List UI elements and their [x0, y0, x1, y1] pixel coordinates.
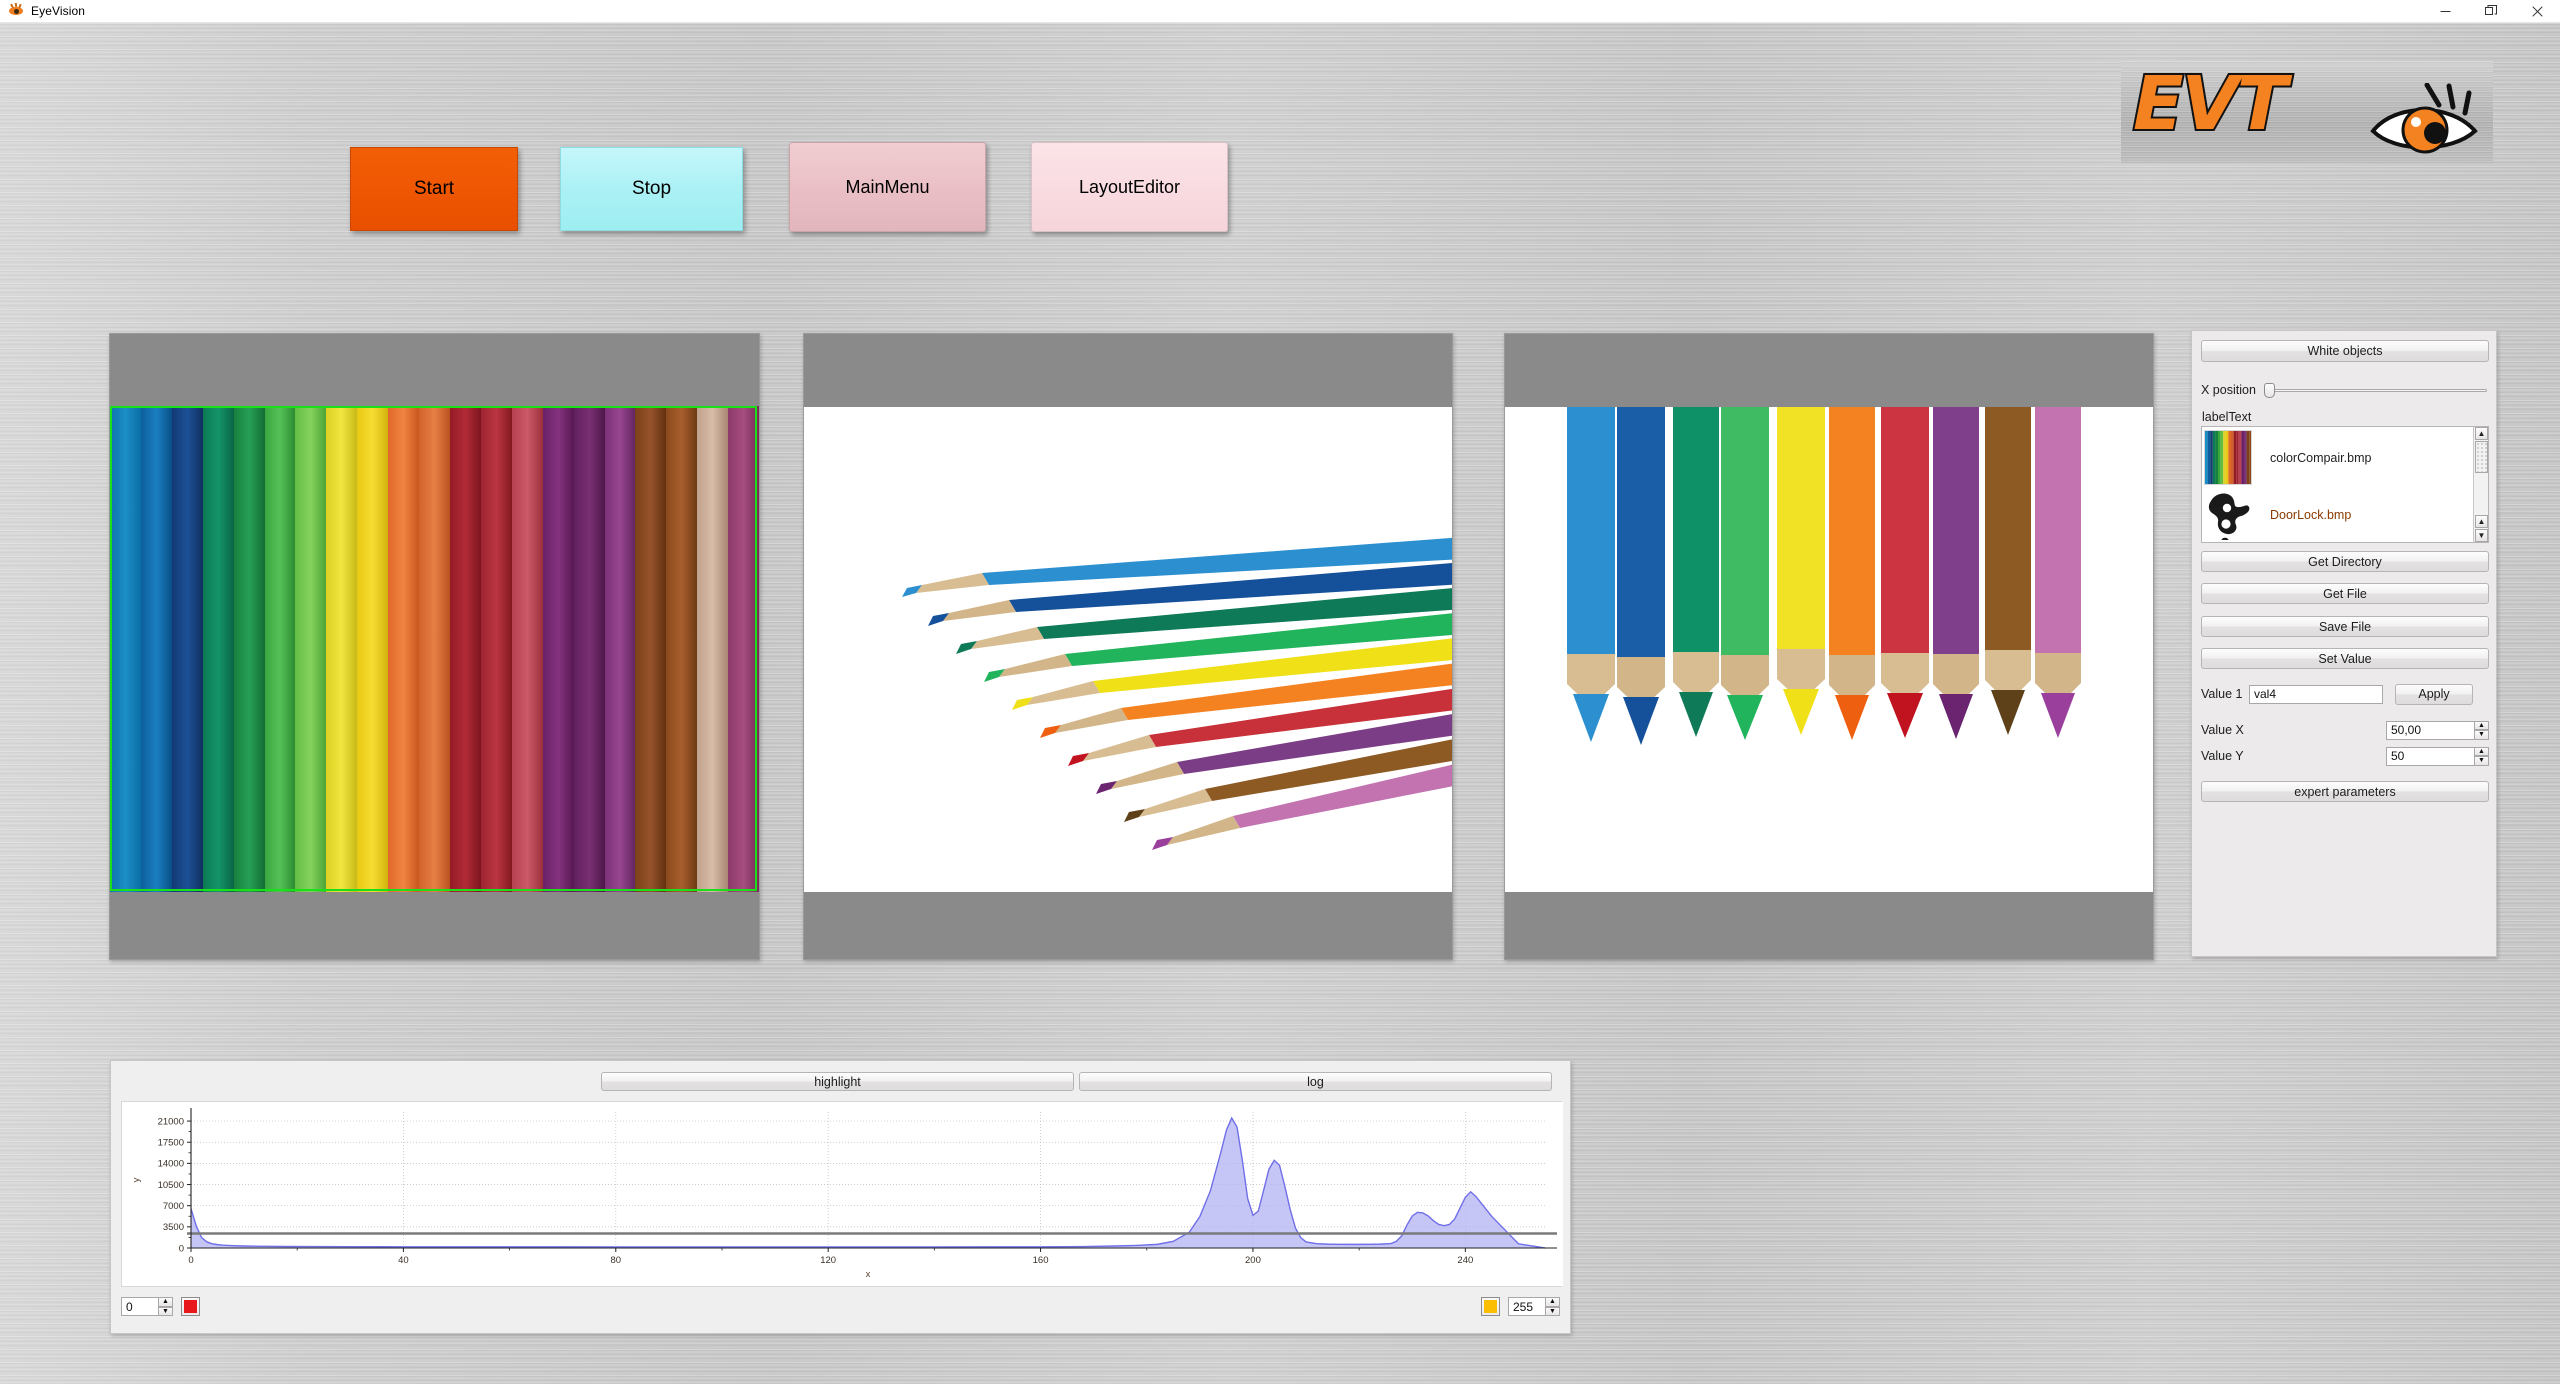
value1-label: Value 1: [2201, 687, 2243, 701]
save-file-button[interactable]: Save File: [2201, 616, 2489, 637]
slider-thumb[interactable]: [2263, 383, 2275, 398]
spin-up-icon[interactable]: ▲: [2474, 720, 2489, 730]
valuey-row: Value Y ▲ ▼: [2201, 745, 2489, 767]
minimize-button[interactable]: [2422, 0, 2468, 23]
svg-text:80: 80: [610, 1255, 621, 1266]
restore-button[interactable]: [2468, 0, 2514, 23]
scrollbar-thumb[interactable]: [2475, 441, 2488, 473]
svg-text:21000: 21000: [158, 1116, 184, 1127]
svg-text:120: 120: [820, 1255, 836, 1266]
color-bands-thumb: [2204, 430, 2252, 485]
valuex-spin-buttons[interactable]: ▲ ▼: [2474, 720, 2489, 740]
set-value-button[interactable]: Set Value: [2201, 648, 2489, 669]
list-item[interactable]: colorCompair.bmp: [2202, 429, 2474, 486]
log-button[interactable]: log: [1079, 1072, 1552, 1091]
application-canvas: Start Stop MainMenu LayoutEditor EVT Whi…: [0, 23, 2560, 1384]
list-item-label: DoorLock.bmp: [2270, 507, 2352, 522]
apply-button[interactable]: Apply: [2395, 683, 2473, 705]
svg-text:17500: 17500: [158, 1138, 184, 1149]
eye-icon: [2370, 83, 2478, 154]
low-color-swatch[interactable]: [181, 1297, 200, 1316]
svg-text:0: 0: [188, 1255, 193, 1266]
window-title: EyeVision: [31, 4, 86, 18]
valuey-stepper[interactable]: ▲ ▼: [2386, 746, 2489, 766]
scroll-down-icon[interactable]: ▼: [2475, 529, 2488, 542]
expert-parameters-button[interactable]: expert parameters: [2201, 781, 2489, 802]
svg-text:0: 0: [179, 1243, 184, 1254]
get-file-button[interactable]: Get File: [2201, 583, 2489, 604]
svg-text:40: 40: [398, 1255, 409, 1266]
spin-down-icon[interactable]: ▼: [2474, 756, 2489, 766]
scroll-up-icon[interactable]: ▲: [2475, 427, 2488, 440]
list-item-label: colorCompair.bmp: [2270, 450, 2372, 465]
start-button[interactable]: Start: [350, 147, 518, 231]
low-spin-buttons[interactable]: ▲ ▼: [158, 1297, 173, 1316]
window-controls: [2422, 0, 2560, 23]
svg-text:3500: 3500: [163, 1222, 184, 1233]
x-position-row: X position: [2201, 381, 2491, 399]
spin-up-icon[interactable]: ▲: [1545, 1297, 1560, 1307]
spin-up-icon[interactable]: ▲: [2474, 746, 2489, 756]
x-position-slider[interactable]: [2263, 382, 2491, 398]
list-item[interactable]: DoorLock.bmp: [2202, 487, 2474, 542]
list-scrollbar[interactable]: ▲ ▲ ▼: [2473, 427, 2488, 542]
valuex-row: Value X ▲ ▼: [2201, 719, 2489, 741]
layouteditor-button[interactable]: LayoutEditor: [1031, 142, 1228, 232]
label-text-caption: labelText: [2202, 410, 2252, 424]
high-spin-buttons[interactable]: ▲ ▼: [1545, 1297, 1560, 1316]
file-list[interactable]: colorCompair.bmp DoorLock.bmp ▲ ▲ ▼: [2201, 426, 2489, 543]
value1-input[interactable]: [2249, 684, 2383, 704]
svg-text:160: 160: [1033, 1255, 1049, 1266]
mainmenu-button[interactable]: MainMenu: [789, 142, 986, 232]
image-pencil-tips: [1505, 407, 2153, 892]
valuey-label: Value Y: [2201, 749, 2244, 763]
histogram-low-control: ▲ ▼: [121, 1297, 200, 1316]
svg-text:240: 240: [1457, 1255, 1473, 1266]
spin-up-icon[interactable]: ▲: [158, 1297, 173, 1307]
x-position-label: X position: [2201, 383, 2256, 397]
eye-icon: [8, 2, 24, 19]
slider-track: [2271, 389, 2487, 392]
spin-down-icon[interactable]: ▼: [2474, 730, 2489, 740]
image-panel-1[interactable]: [109, 333, 760, 960]
image-colorcompair-closeup: [110, 406, 759, 892]
high-color-swatch[interactable]: [1481, 1297, 1500, 1316]
window-titlebar: EyeVision: [0, 0, 2560, 23]
valuex-input[interactable]: [2386, 720, 2475, 740]
side-control-panel: White objects X position labelText color…: [2191, 330, 2497, 957]
stop-button[interactable]: Stop: [560, 147, 743, 231]
svg-text:7000: 7000: [163, 1201, 184, 1212]
white-objects-button[interactable]: White objects: [2201, 340, 2489, 362]
svg-text:y: y: [131, 1177, 142, 1182]
image-pencils-fanned: [804, 407, 1452, 892]
evt-logo: EVT: [2121, 61, 2493, 163]
value1-row: Value 1 Apply: [2201, 683, 2489, 705]
image-panel-3[interactable]: [1504, 333, 2154, 960]
image-panel-2[interactable]: [803, 333, 1453, 960]
spin-down-icon[interactable]: ▼: [158, 1306, 173, 1316]
svg-text:200: 200: [1245, 1255, 1261, 1266]
get-directory-button[interactable]: Get Directory: [2201, 551, 2489, 572]
scroll-up-icon-2[interactable]: ▲: [2475, 515, 2488, 528]
highlight-button[interactable]: highlight: [601, 1072, 1074, 1091]
histogram-plot[interactable]: 0 3500 7000 10500 14000 17500 21000 0 40 80 120 160…: [121, 1101, 1563, 1287]
valuex-stepper[interactable]: ▲ ▼: [2386, 720, 2489, 740]
spin-down-icon[interactable]: ▼: [1545, 1306, 1560, 1316]
valuex-label: Value X: [2201, 723, 2244, 737]
low-threshold-input[interactable]: [121, 1297, 159, 1316]
svg-text:14000: 14000: [158, 1159, 184, 1170]
svg-text:x: x: [866, 1269, 871, 1280]
svg-text:10500: 10500: [158, 1180, 184, 1191]
histogram-high-control: ▲ ▼: [1481, 1297, 1560, 1316]
valuey-input[interactable]: [2386, 746, 2475, 766]
close-button[interactable]: [2514, 0, 2560, 23]
high-threshold-input[interactable]: [1508, 1297, 1546, 1316]
valuey-spin-buttons[interactable]: ▲ ▼: [2474, 746, 2489, 766]
evt-wordmark: EVT: [2131, 61, 2289, 147]
histogram-panel: highlight log 0 3500 7000 10500 14000 17500 21…: [110, 1060, 1571, 1334]
doorlock-silhouette-thumb: [2204, 488, 2252, 541]
